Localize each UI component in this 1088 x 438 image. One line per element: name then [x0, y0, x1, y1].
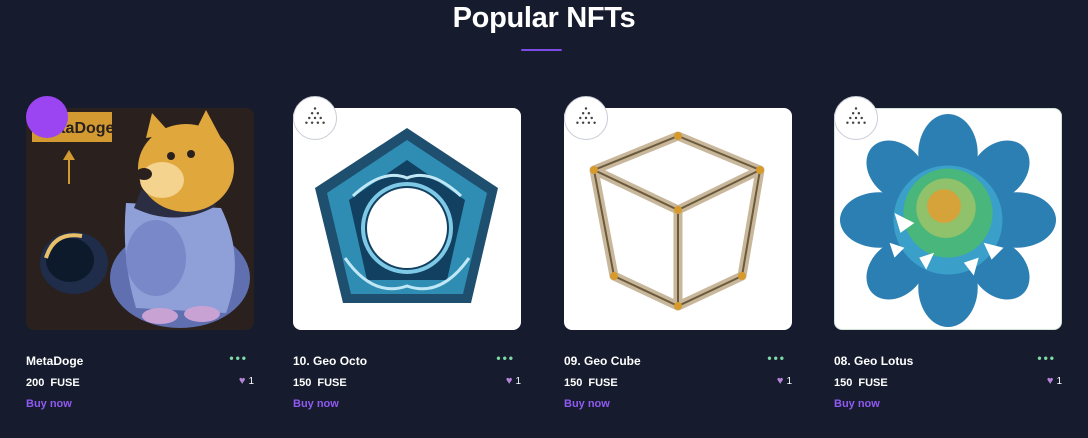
price-amount: 200 — [26, 377, 45, 389]
like-button[interactable]: ♥ 1 — [505, 375, 521, 388]
more-options-icon[interactable]: ••• — [496, 351, 515, 365]
like-button[interactable]: ♥ 1 — [776, 375, 792, 388]
nft-name[interactable]: 08. Geo Lotus — [834, 354, 913, 368]
like-count: 1 — [1056, 376, 1062, 387]
geo-pentagon-art-icon — [315, 128, 498, 303]
price-currency: FUSE — [858, 377, 888, 389]
title-underline — [521, 49, 562, 51]
creator-avatar[interactable] — [834, 96, 878, 140]
buy-now-link[interactable]: Buy now — [564, 398, 610, 410]
more-options-icon[interactable]: ••• — [229, 351, 248, 365]
price-currency: FUSE — [317, 377, 347, 389]
price-currency: FUSE — [50, 377, 80, 389]
heart-icon: ♥ — [505, 375, 513, 387]
nft-image-geo-octo[interactable] — [293, 108, 521, 330]
doge-illustration-icon: MetaDoge — [26, 108, 254, 330]
nft-price: 150 FUSE — [293, 377, 347, 389]
price-amount: 150 — [293, 377, 312, 389]
nft-card-metadoge[interactable]: MetaDoge MetaDoge ••• 200 FUSE ♥ 1 Buy now — [26, 96, 254, 416]
like-button[interactable]: ♥ 1 — [238, 375, 254, 388]
creator-avatar[interactable] — [293, 96, 337, 140]
like-count: 1 — [515, 376, 521, 387]
nft-image-geo-lotus[interactable] — [834, 108, 1062, 330]
price-currency: FUSE — [588, 377, 618, 389]
more-options-icon[interactable]: ••• — [767, 351, 786, 365]
nft-card-geo-octo[interactable]: 10. Geo Octo ••• 150 FUSE ♥ 1 Buy now — [293, 96, 521, 416]
nft-name[interactable]: MetaDoge — [26, 354, 83, 368]
price-amount: 150 — [564, 377, 583, 389]
nft-image-metadoge[interactable]: MetaDoge — [26, 108, 254, 330]
nft-card-geo-cube[interactable]: 09. Geo Cube ••• 150 FUSE ♥ 1 Buy now — [564, 96, 792, 416]
buy-now-link[interactable]: Buy now — [26, 398, 72, 410]
nft-price: 150 FUSE — [834, 377, 888, 389]
nft-card-geo-lotus[interactable]: 08. Geo Lotus ••• 150 FUSE ♥ 1 Buy now — [834, 96, 1062, 416]
triangle-dots-logo-icon — [305, 107, 325, 125]
more-options-icon[interactable]: ••• — [1037, 351, 1056, 365]
like-count: 1 — [786, 376, 792, 387]
triangle-dots-logo-icon — [576, 107, 596, 125]
nft-name[interactable]: 09. Geo Cube — [564, 354, 641, 368]
like-count: 1 — [248, 376, 254, 387]
heart-icon: ♥ — [238, 375, 246, 387]
section-title: Popular NFTs — [452, 2, 636, 34]
heart-icon: ♥ — [776, 375, 784, 387]
creator-avatar[interactable] — [26, 96, 68, 138]
nft-image-geo-cube[interactable] — [564, 108, 792, 330]
like-button[interactable]: ♥ 1 — [1046, 375, 1062, 388]
nft-price: 150 FUSE — [564, 377, 618, 389]
buy-now-link[interactable]: Buy now — [834, 398, 880, 410]
buy-now-link[interactable]: Buy now — [293, 398, 339, 410]
geo-lotus-art-icon — [839, 113, 1057, 328]
creator-avatar[interactable] — [564, 96, 608, 140]
price-amount: 150 — [834, 377, 853, 389]
nft-name[interactable]: 10. Geo Octo — [293, 354, 367, 368]
triangle-dots-logo-icon — [846, 107, 866, 125]
geo-cube-art-icon — [589, 131, 765, 311]
nft-price: 200 FUSE — [26, 377, 80, 389]
heart-icon: ♥ — [1046, 375, 1054, 387]
